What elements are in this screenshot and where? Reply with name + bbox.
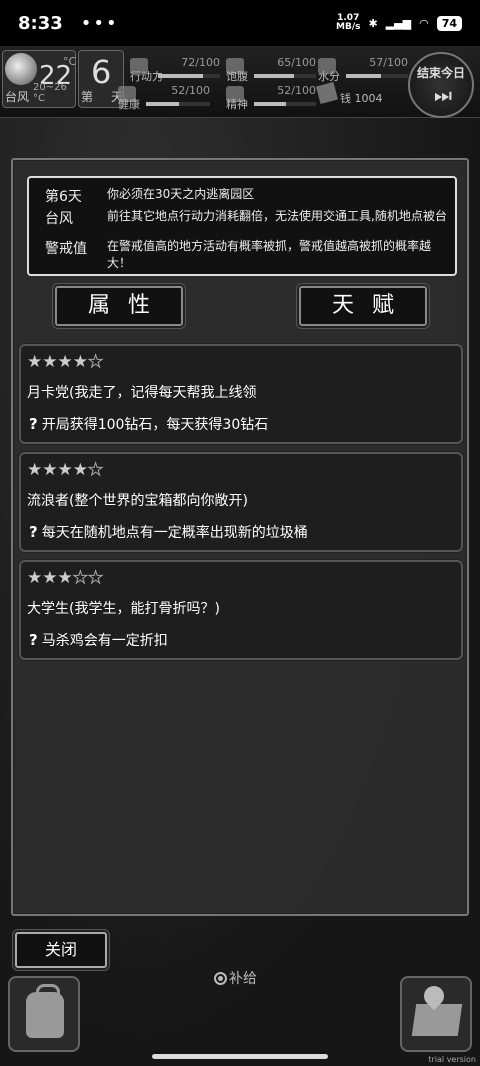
weather-name: 台风 [5, 90, 30, 104]
weather-range: 20~26 °C [33, 82, 67, 104]
battery-icon: 74 [436, 15, 462, 31]
stars-filled: ★★★★ [27, 460, 88, 480]
rating-stars: ★★★★★ [27, 352, 104, 373]
stat-bar [146, 102, 210, 106]
info-day-key: 第6天 [45, 189, 82, 205]
weather-panel[interactable]: 22 °C 台风 20~26 °C [2, 50, 76, 108]
fast-forward-icon: ⏭ [434, 82, 452, 107]
stat-name: 健康 [118, 98, 140, 111]
info-day-text: 你必须在30天之内逃离园区 [107, 187, 255, 201]
question-icon: ? [29, 631, 38, 649]
tab-talents[interactable]: 天赋 [299, 286, 427, 326]
stat-name: 饱腹 [226, 70, 248, 83]
stat-bar [254, 74, 316, 78]
stat-value: 72/100 [181, 56, 220, 69]
stat-water: 57/100 水分 [318, 56, 408, 83]
bluetooth-icon: ✱ [368, 16, 378, 30]
stat-health: 52/100 健康 [118, 84, 210, 111]
day-number: 6 [91, 53, 112, 91]
info-typhoon-key: 台风 [45, 211, 73, 227]
stat-bar [158, 74, 220, 78]
tab-attributes[interactable]: 属性 [55, 286, 183, 326]
weather-unit: °C [63, 55, 77, 68]
talent-desc: 开局获得100钻石，每天获得30钻石 [41, 417, 269, 433]
rating-stars: ★★★★★ [27, 568, 104, 589]
info-box: 第6天 你必须在30天之内逃离园区 台风 前往其它地点行动力消耗翻倍，无法使用交… [27, 176, 457, 276]
stars-filled: ★★★★ [27, 352, 88, 372]
stat-bar [346, 74, 408, 78]
talent-title: 流浪者(整个世界的宝箱都向你敞开) [27, 493, 248, 509]
rating-stars: ★★★★★ [27, 460, 104, 481]
backpack-icon [26, 984, 64, 1038]
backpack-button[interactable] [8, 976, 80, 1052]
talent-title: 大学生(我学生，能打骨折吗？) [27, 601, 220, 617]
stat-value: 52/100 [277, 84, 316, 97]
money-text: 钱 1004 [340, 92, 383, 105]
stars-empty: ★ [87, 460, 104, 481]
map-button[interactable] [400, 976, 472, 1052]
stat-value: 65/100 [277, 56, 316, 69]
stat-action: 72/100 行动力 [130, 56, 220, 83]
stars-filled: ★★★ [27, 568, 73, 588]
home-indicator[interactable] [152, 1054, 328, 1059]
info-alert-key: 警戒值 [45, 241, 87, 257]
network-speed-unit: MB/s [336, 22, 361, 32]
stat-value: 57/100 [369, 56, 408, 69]
question-icon: ? [29, 415, 38, 433]
supply-indicator[interactable]: 补给 [214, 968, 257, 988]
wifi-icon: ◠ [419, 16, 429, 30]
talent-card[interactable]: ★★★★★ 月卡党(我走了，记得每天帮我上线领 ? 开局获得100钻石，每天获得3… [19, 344, 463, 444]
info-alert-text: 在警戒值高的地方活动有概率被抓，警戒值越高被抓的概率越大！ [107, 239, 432, 270]
stat-name: 精神 [226, 98, 248, 111]
weather-icon [5, 53, 37, 85]
close-button[interactable]: 关闭 [15, 932, 107, 968]
question-icon: ? [29, 523, 38, 541]
talent-title: 月卡党(我走了，记得每天帮我上线领 [27, 385, 257, 401]
talent-desc: 每天在随机地点有一定概率出现新的垃圾桶 [41, 525, 308, 541]
more-dots-icon: ••• [80, 12, 119, 34]
stat-mind: 52/100 精神 [226, 84, 316, 111]
stat-name: 水分 [318, 70, 340, 83]
talent-card[interactable]: ★★★★★ 大学生(我学生，能打骨折吗？) ? 马杀鸡会有一定折扣 [19, 560, 463, 660]
day-prefix: 第 [81, 90, 94, 104]
network-speed: 1.07 MB/s [336, 14, 360, 32]
trial-watermark: trial version [428, 1055, 476, 1064]
supply-label: 补给 [229, 971, 257, 987]
radio-icon [214, 971, 227, 985]
status-bar: 8:33 ••• 1.07 MB/s ✱ ▂▄▆ ◠ 74 [0, 0, 480, 46]
signal-icon: ▂▄▆ [385, 16, 412, 30]
stat-hunger: 65/100 饱腹 [226, 56, 316, 83]
stars-empty: ★ [87, 352, 104, 373]
talent-card[interactable]: ★★★★★ 流浪者(整个世界的宝箱都向你敞开) ? 每天在随机地点有一定概率出现新… [19, 452, 463, 552]
talent-dialog: 第6天 你必须在30天之内逃离园区 台风 前往其它地点行动力消耗翻倍，无法使用交… [11, 158, 469, 916]
end-day-button[interactable]: 结束今日 ⏭ [408, 52, 474, 118]
talent-desc: 马杀鸡会有一定折扣 [41, 633, 168, 649]
stat-value: 52/100 [171, 84, 210, 97]
end-day-label: 结束今日 [416, 65, 465, 80]
stars-empty: ★★ [72, 568, 104, 589]
status-time: 8:33 [18, 12, 63, 34]
stat-bar [254, 102, 316, 106]
map-icon [411, 1004, 463, 1036]
info-typhoon-text: 前往其它地点行动力消耗翻倍，无法使用交通工具,随机地点被台 [107, 209, 447, 223]
